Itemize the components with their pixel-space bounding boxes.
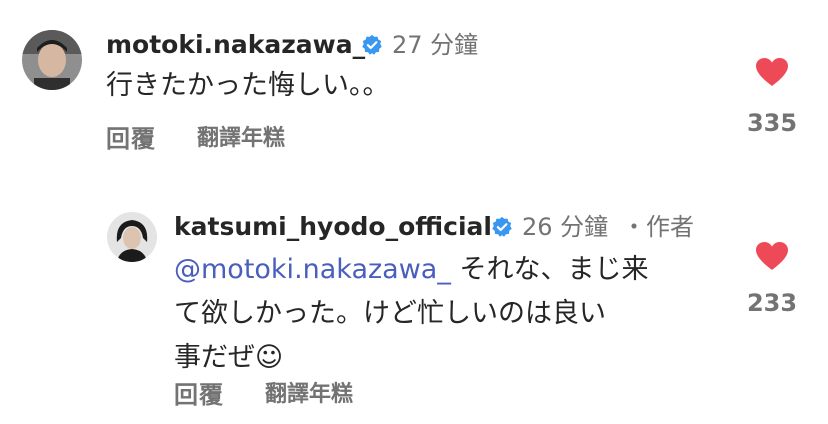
translate-button[interactable]: 翻譯年糕 <box>197 124 285 154</box>
comment-text-line: それな、まじ来 <box>450 254 649 285</box>
author-tag: ・作者 <box>622 213 694 241</box>
avatar[interactable] <box>107 212 157 262</box>
comment-username[interactable]: motoki.nakazawa_ <box>106 30 365 60</box>
verified-badge-icon <box>362 34 382 55</box>
mention-link[interactable]: @motoki.nakazawa_ <box>174 254 451 285</box>
reply-button[interactable]: 回覆 <box>106 124 156 154</box>
heart-icon[interactable] <box>755 57 789 87</box>
comment-timestamp: 27 分鐘 <box>392 31 479 59</box>
comment-username[interactable]: katsumi_hyodo_official <box>174 212 492 242</box>
like-count: 233 <box>746 289 798 317</box>
reply-button[interactable]: 回覆 <box>174 380 224 410</box>
avatar[interactable] <box>22 30 82 90</box>
heart-icon[interactable] <box>755 241 789 271</box>
comment-item: motoki.nakazawa_ 27 分鐘 行きたかった悔しい。。 回覆 翻譯… <box>0 0 828 170</box>
comment-timestamp: 26 分鐘 <box>522 213 609 241</box>
like-count: 335 <box>746 109 798 137</box>
comment-text-line: て欲しかった。けど忙しいのは良い <box>174 298 606 329</box>
comment-text: 行きたかった悔しい。。 <box>106 70 390 101</box>
reply-comment-item: katsumi_hyodo_official 26 分鐘 ・作者 @motoki… <box>0 170 828 424</box>
comment-text-line: 事だぜ☺ <box>174 342 284 373</box>
verified-badge-icon <box>492 216 512 237</box>
comment-text: @motoki.nakazawa_ それな、まじ来 て欲しかった。けど忙しいのは… <box>174 248 734 380</box>
translate-button[interactable]: 翻譯年糕 <box>265 380 353 410</box>
